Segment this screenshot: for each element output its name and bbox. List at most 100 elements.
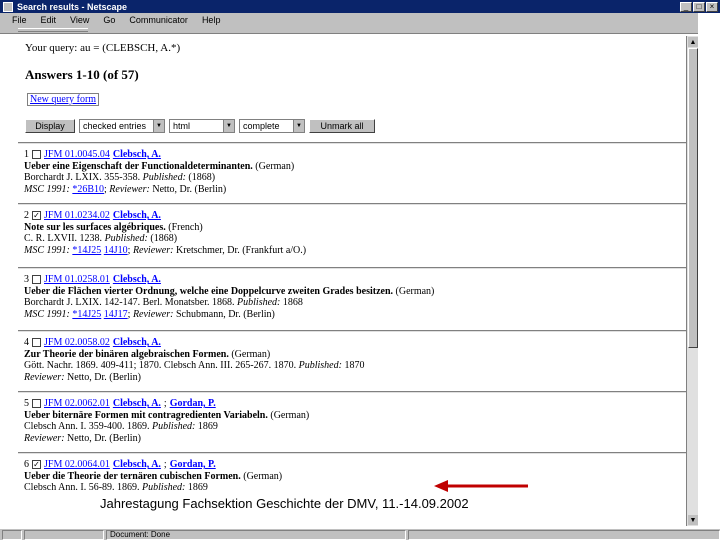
msc-link[interactable]: 14J17 [104,309,128,320]
result-item: 6 ✓ JFM 02.0064.01 Clebsch, A.; Gordan, … [24,459,283,493]
result-checkbox-checked[interactable]: ✓ [32,460,41,470]
toolbar-grip[interactable] [18,28,88,32]
msc-link[interactable]: *14J25 [72,245,101,256]
result-id-link[interactable]: JFM 02.0058.02 [44,337,110,349]
menu-bar: File Edit View Go Communicator Help [0,13,720,26]
published-value: 1868 [282,297,303,308]
menu-go[interactable]: Go [103,15,115,25]
msc-link[interactable]: 14J10 [104,245,128,256]
chevron-down-icon[interactable]: ▼ [223,120,234,132]
published-value: 1869 [197,421,218,432]
result-language: (German) [231,348,271,360]
divider [18,267,686,269]
msc-label: MSC 1991: [24,244,70,256]
result-checkbox[interactable] [32,150,41,160]
msc-link[interactable]: *26B10 [72,184,104,195]
result-number: 4 [24,337,29,348]
reviewer-name: Netto, Dr. (Berlin) [152,183,227,195]
result-id-link[interactable]: JFM 02.0062.01 [44,398,110,410]
query-value: au = (CLEBSCH, A.*) [80,42,181,54]
author-link[interactable]: Gordan, P. [170,398,216,410]
published-label: Published: [152,421,196,432]
mode-select[interactable]: complete ▼ [239,119,305,133]
msc-link[interactable]: *14J25 [72,309,101,320]
netscape-icon [3,1,13,12]
result-source: Clebsch Ann. I. 56-89. 1869. [24,482,140,493]
query-label: Your query: [25,42,78,54]
divider [18,391,686,393]
reviewer-label: Reviewer: [132,308,174,320]
reviewer-label: Reviewer: [24,432,65,444]
unmark-all-button[interactable]: Unmark all [309,119,375,133]
menu-view[interactable]: View [70,15,89,25]
reviewer-label: Reviewer: [24,371,65,383]
result-number: 2 [24,210,29,221]
author-link[interactable]: Clebsch, A. [113,274,161,286]
result-source: Gött. Nachr. 1869. 409-411; 1870. Clebsc… [24,360,297,371]
scroll-up-icon[interactable]: ▲ [688,37,698,47]
published-value: 1870 [344,360,365,371]
result-id-link[interactable]: JFM 01.0258.01 [44,274,110,286]
window-title: Search results - Netscape [17,1,128,12]
format-select[interactable]: html ▼ [169,119,235,133]
result-item: 2 ✓ JFM 01.0234.02 Clebsch, A. Note sur … [24,210,307,256]
msc-label: MSC 1991: [24,183,70,195]
published-label: Published: [237,297,281,308]
scrollbar-thumb[interactable] [688,48,698,348]
result-id-link[interactable]: JFM 02.0064.01 [44,459,110,471]
result-id-link[interactable]: JFM 01.0234.02 [44,210,110,222]
entries-select-value: checked entries [83,121,147,131]
result-number: 1 [24,149,29,160]
result-language: (German) [270,409,310,421]
published-value: 1869 [187,482,208,493]
reviewer-label: Reviewer: [132,244,174,256]
collapsed-toolbar[interactable] [0,26,720,34]
chevron-down-icon[interactable]: ▼ [293,120,304,132]
divider [18,142,686,144]
published-label: Published: [104,233,148,244]
red-arrow-icon [434,480,528,492]
divider [18,203,686,205]
result-title: Ueber die Theorie der ternären cubischen… [24,470,241,482]
author-link[interactable]: Clebsch, A. [113,149,161,161]
result-number: 6 [24,459,29,470]
result-checkbox[interactable] [32,399,41,409]
author-link[interactable]: Clebsch, A. [113,210,161,222]
status-text: Document: Done [106,529,406,540]
reviewer-name: Schubmann, Dr. (Berlin) [175,308,275,320]
result-title: Note sur les surfaces algébriques. [24,221,166,233]
scroll-down-icon[interactable]: ▼ [688,515,698,525]
page-content: Your query: au = (CLEBSCH, A.*) Answers … [18,36,686,526]
menu-help[interactable]: Help [202,15,221,25]
result-checkbox[interactable] [32,275,41,285]
reviewer-name: Netto, Dr. (Berlin) [67,432,141,444]
menu-file[interactable]: File [12,15,27,25]
menu-communicator[interactable]: Communicator [129,15,188,25]
result-source: Borchardt J. LXIX. 355-358. [24,172,141,183]
new-query-link[interactable]: New query form [27,93,100,106]
format-select-value: html [173,121,191,131]
result-checkbox[interactable] [32,338,41,348]
chevron-down-icon[interactable]: ▼ [153,120,164,132]
display-button[interactable]: Display [25,119,75,133]
vertical-scrollbar[interactable]: ▲ ▼ [686,36,698,526]
security-lock-icon[interactable] [2,529,22,540]
minimize-button[interactable]: _ [680,1,692,12]
divider [18,330,686,332]
author-link[interactable]: Clebsch, A. [113,398,161,410]
author-link[interactable]: Clebsch, A. [113,459,161,471]
author-link[interactable]: Gordan, P. [170,459,216,471]
close-button[interactable]: × [706,1,718,12]
entries-select[interactable]: checked entries ▼ [79,119,165,133]
connection-icon [24,529,104,540]
result-id-link[interactable]: JFM 01.0045.04 [44,149,110,161]
mode-select-value: complete [243,121,280,131]
reviewer-label: Reviewer: [109,183,150,195]
result-language: (French) [168,221,203,233]
msc-label: MSC 1991: [24,308,70,320]
menu-edit[interactable]: Edit [41,15,57,25]
query-line: Your query: au = (CLEBSCH, A.*) [25,42,180,54]
result-checkbox-checked[interactable]: ✓ [32,211,41,221]
maximize-button[interactable]: □ [693,1,705,12]
author-link[interactable]: Clebsch, A. [113,337,161,349]
